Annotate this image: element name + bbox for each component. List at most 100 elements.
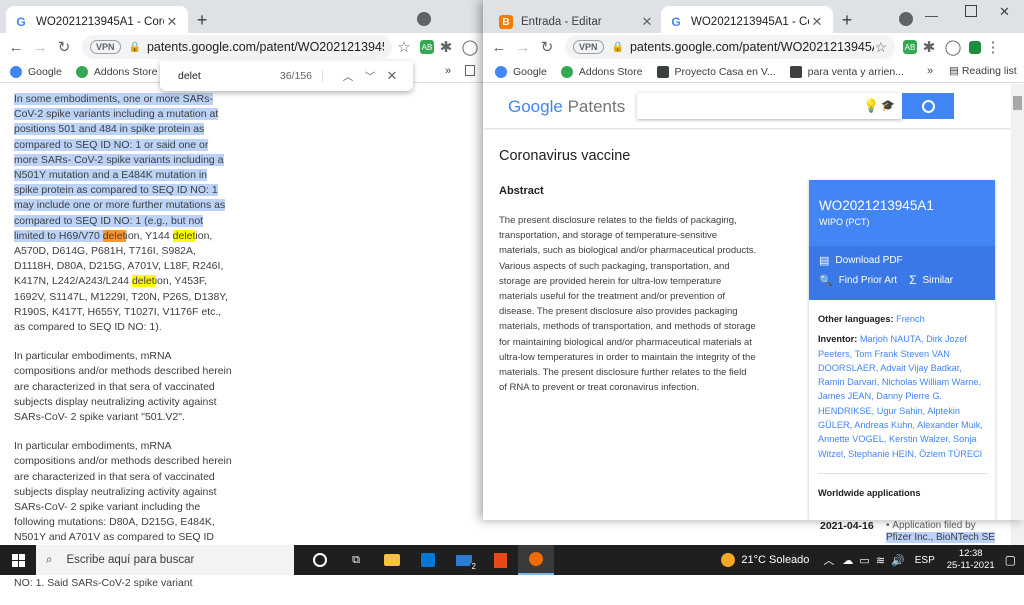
reload-icon[interactable]: ↻ bbox=[52, 38, 76, 56]
abstract-text: The present disclosure relates to the fi… bbox=[499, 215, 757, 394]
file-explorer-icon[interactable] bbox=[374, 545, 410, 575]
mail-icon[interactable]: 2 bbox=[446, 545, 482, 575]
similar-link[interactable]: Σ Similar bbox=[909, 273, 953, 287]
find-next-icon[interactable]: ﹀ bbox=[359, 69, 381, 84]
find-input[interactable]: delet bbox=[178, 70, 280, 82]
language-indicator[interactable]: ESP bbox=[915, 555, 935, 566]
weather-sun-icon[interactable] bbox=[721, 553, 736, 567]
extensions-puzzle-icon[interactable]: ✱ bbox=[434, 38, 458, 56]
extension-ab-icon[interactable]: AB bbox=[903, 40, 917, 54]
bookmark-label: para venta y arrien... bbox=[807, 65, 904, 78]
event-label: Application filed by bbox=[892, 520, 976, 531]
bookmark-google[interactable]: Google bbox=[10, 65, 62, 78]
clock[interactable]: 12:38 25-11-2021 bbox=[947, 548, 995, 572]
find-prior-art-link[interactable]: 🔍 Find Prior Art bbox=[819, 274, 897, 287]
card-header: WO2021213945A1 WIPO (PCT) bbox=[809, 180, 995, 246]
windows-logo-icon bbox=[11, 553, 25, 567]
behind-scrollbar[interactable] bbox=[1011, 520, 1024, 545]
menu-dots-icon[interactable]: ⋮ bbox=[981, 38, 1005, 56]
display-icon[interactable]: ▭ bbox=[859, 554, 869, 567]
volume-icon[interactable]: 🔊 bbox=[891, 554, 905, 567]
taskbar-search-box[interactable]: ⌕ Escribe aquí para buscar bbox=[36, 545, 294, 575]
bookmark-google[interactable]: Google bbox=[495, 65, 547, 78]
download-pdf-link[interactable]: ▤ Download PDF bbox=[819, 254, 985, 267]
cloud-icon[interactable]: ☁ bbox=[842, 554, 853, 567]
close-tab-icon[interactable]: ✕ bbox=[164, 14, 180, 30]
other-languages-label: Other languages: bbox=[818, 314, 894, 324]
bookmark-proyecto-casa[interactable]: Proyecto Casa en V... bbox=[656, 65, 776, 78]
reading-list-icon[interactable] bbox=[465, 65, 475, 76]
profile-icon[interactable]: ◯ bbox=[941, 38, 965, 56]
logo-google: Google bbox=[508, 97, 563, 116]
browser-app-icon[interactable] bbox=[518, 545, 554, 575]
extension-ab-icon[interactable]: AB bbox=[420, 40, 434, 54]
find-previous-icon[interactable]: ︿ bbox=[337, 69, 359, 84]
network-icon[interactable]: ≋ bbox=[876, 554, 885, 567]
reload-icon[interactable]: ↻ bbox=[535, 38, 559, 56]
tab-search-icon[interactable] bbox=[899, 12, 913, 26]
search-placeholder: Escribe aquí para buscar bbox=[66, 554, 195, 566]
scrollbar-thumb[interactable] bbox=[1013, 96, 1022, 110]
bookmark-addons-store[interactable]: Addons Store bbox=[560, 65, 643, 78]
bookmark-star-icon[interactable]: ☆ bbox=[392, 38, 416, 56]
new-tab-button[interactable]: + bbox=[190, 10, 214, 31]
extensions-puzzle-icon[interactable]: ✱ bbox=[917, 38, 941, 56]
notifications-icon[interactable]: ▢ bbox=[1005, 553, 1016, 567]
forward-arrow-icon[interactable]: → bbox=[28, 39, 52, 56]
shield-extension-icon[interactable] bbox=[969, 40, 981, 54]
patent-search-button[interactable] bbox=[902, 93, 954, 119]
tab-search-icon[interactable] bbox=[417, 12, 431, 26]
more-bookmarks-icon[interactable]: » bbox=[445, 65, 451, 77]
find-close-icon[interactable]: ✕ bbox=[381, 68, 403, 84]
patent-title: Coronavirus vaccine bbox=[499, 148, 631, 164]
close-tab-icon[interactable]: ✕ bbox=[639, 14, 655, 30]
patent-search-input[interactable]: 💡 🎓 bbox=[637, 93, 902, 119]
blogger-favicon-icon: B bbox=[499, 15, 513, 29]
bookmark-label: Google bbox=[28, 65, 62, 78]
close-tab-icon[interactable]: ✕ bbox=[809, 14, 825, 30]
store-icon[interactable] bbox=[410, 545, 446, 575]
profile-icon[interactable]: ◯ bbox=[458, 38, 482, 56]
patents-header: Google Patents 💡 🎓 bbox=[483, 84, 1011, 128]
task-view-icon[interactable]: ⧉ bbox=[338, 545, 374, 575]
lightbulb-icon[interactable]: 💡 bbox=[863, 98, 879, 114]
bookmark-para-venta[interactable]: para venta y arrien... bbox=[789, 65, 904, 78]
bookmark-addons-store[interactable]: Addons Store bbox=[75, 65, 158, 78]
tray-chevron-icon[interactable]: ︿ bbox=[823, 552, 834, 568]
weather-text[interactable]: 21°C Soleado bbox=[741, 554, 809, 566]
search-icon bbox=[921, 99, 935, 113]
tab-title: Entrada - Editar bbox=[521, 16, 602, 28]
addons-icon bbox=[560, 65, 573, 78]
office-icon[interactable] bbox=[482, 545, 518, 575]
similar-label: Similar bbox=[922, 274, 954, 286]
google-icon bbox=[495, 65, 507, 78]
prior-art-label: Find Prior Art bbox=[838, 274, 898, 286]
bookmark-star-icon[interactable]: ☆ bbox=[874, 39, 887, 56]
back-arrow-icon[interactable]: ← bbox=[4, 39, 28, 56]
left-address-bar[interactable]: VPN 🔒 patents.google.com/patent/WO202121… bbox=[82, 35, 392, 59]
close-window-icon[interactable]: ✕ bbox=[999, 4, 1010, 20]
more-bookmarks-icon[interactable]: » bbox=[927, 65, 933, 77]
inventors: Inventor: Marjoh NAUTA, Dirk Jozef Peete… bbox=[818, 332, 987, 461]
page-scrollbar[interactable] bbox=[1011, 84, 1024, 520]
url-text: patents.google.com/patent/WO2021213945A1 bbox=[629, 40, 875, 54]
scholar-icon[interactable]: 🎓 bbox=[881, 99, 895, 112]
start-button[interactable] bbox=[0, 545, 36, 575]
patent-info-card: WO2021213945A1 WIPO (PCT) ▤ Download PDF … bbox=[809, 180, 995, 520]
maximize-icon[interactable] bbox=[965, 5, 977, 17]
right-address-bar[interactable]: VPN 🔒 patents.google.com/patent/WO202121… bbox=[565, 35, 895, 59]
cortana-icon[interactable] bbox=[302, 545, 338, 575]
minimize-icon[interactable]: — bbox=[925, 8, 938, 23]
new-tab-button[interactable]: + bbox=[835, 10, 859, 31]
vpn-icon[interactable]: VPN bbox=[90, 40, 121, 54]
reading-list-button[interactable]: ▤ Reading list bbox=[949, 65, 1017, 77]
back-arrow-icon[interactable]: ← bbox=[487, 39, 511, 56]
inventor-links[interactable]: Marjoh NAUTA, Dirk Jozef Peeters, Tom Fr… bbox=[818, 334, 983, 458]
forward-arrow-icon[interactable]: → bbox=[511, 39, 535, 56]
patent-page: Google Patents 💡 🎓 Coronavirus vaccine A… bbox=[483, 84, 1011, 520]
find-match-current: delet bbox=[102, 229, 126, 242]
vpn-icon[interactable]: VPN bbox=[573, 40, 604, 54]
google-patents-logo[interactable]: Google Patents bbox=[508, 97, 625, 117]
assignee-text: Pfizer Inc., BioNTech SE bbox=[886, 532, 995, 543]
language-french-link[interactable]: French bbox=[896, 314, 925, 324]
